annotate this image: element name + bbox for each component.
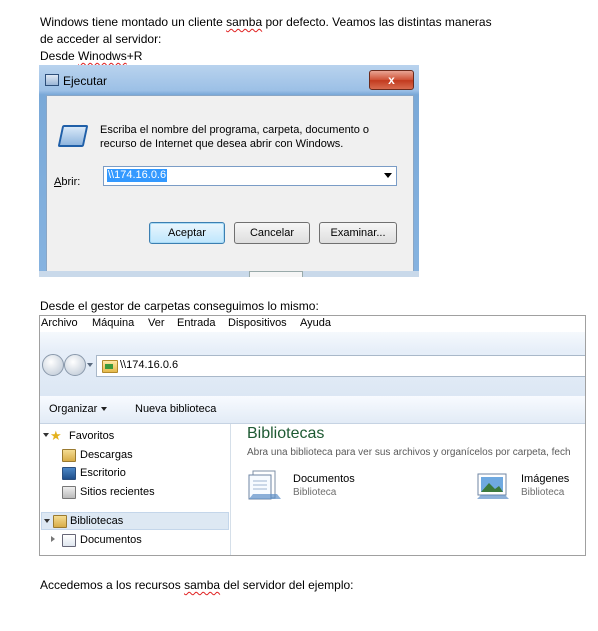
network-folder-icon [102, 360, 118, 373]
taskbar-strip [39, 271, 419, 277]
open-combobox[interactable]: \\174.16.0.6 [103, 166, 397, 186]
intro-line-1: Windows tiene montado un cliente samba p… [40, 14, 492, 30]
command-bar: Organizar Nueva biblioteca [40, 396, 585, 424]
documents-library-icon [248, 470, 281, 500]
recent-places-icon [62, 486, 76, 499]
navigation-pane: ★ Favoritos Descargas Escritorio Sitios … [40, 424, 231, 555]
forward-button[interactable] [64, 354, 86, 376]
menu-archivo[interactable]: Archivo [41, 317, 78, 329]
library-images[interactable]: Imágenes Biblioteca [475, 468, 585, 508]
vm-menu-bar: Archivo Máquina Ver Entrada Dispositivos… [40, 316, 585, 332]
browse-button[interactable]: Examinar... [319, 222, 397, 244]
intro-text-end: por defecto. Veamos las distintas manera… [262, 15, 492, 29]
library-name: Documentos [293, 473, 355, 485]
menu-dispositivos[interactable]: Dispositivos [228, 317, 287, 329]
open-label: Abrir: [54, 176, 80, 188]
library-documents[interactable]: Documentos Biblioteca [247, 468, 427, 508]
library-name: Imágenes [521, 473, 570, 485]
title-bar: Ejecutar x [39, 65, 419, 95]
nav-favorites[interactable]: ★ Favoritos [40, 427, 228, 445]
menu-maquina[interactable]: Máquina [92, 317, 134, 329]
desktop-icon [62, 467, 76, 480]
chevron-down-icon [101, 407, 108, 412]
images-library-icon [477, 473, 509, 499]
nav-documents[interactable]: Documentos [40, 531, 228, 549]
address-area: \\174.16.0.6 [40, 332, 585, 397]
chevron-right-icon[interactable] [51, 536, 55, 542]
spell-flagged-word: Winodws [78, 49, 127, 63]
libraries-title: Bibliotecas [247, 425, 325, 442]
menu-ver[interactable]: Ver [148, 317, 165, 329]
nav-documents-label: Documentos [80, 534, 142, 546]
libraries-icon [53, 515, 67, 528]
desde-text: Desde [40, 49, 79, 63]
shortcut-text: +R [126, 49, 143, 63]
nav-libraries-label: Bibliotecas [70, 515, 124, 527]
libraries-subtitle: Abra una biblioteca para ver sus archivo… [247, 447, 571, 458]
expand-arrow-icon[interactable] [44, 519, 50, 523]
cancel-button[interactable]: Cancelar [234, 222, 310, 244]
nav-recent-label: Sitios recientes [80, 486, 155, 498]
desde-line: Desde Winodws+R [40, 48, 142, 64]
run-icon [45, 74, 59, 86]
final-text-end: del servidor del ejemplo: [220, 578, 354, 592]
chevron-down-icon[interactable] [384, 173, 392, 178]
library-type: Biblioteca [521, 487, 565, 498]
final-text: Accedemos a los recursos [40, 578, 185, 592]
nav-favorites-label: Favoritos [69, 430, 115, 442]
menu-ayuda[interactable]: Ayuda [300, 317, 331, 329]
accept-button[interactable]: Aceptar [149, 222, 225, 244]
address-text[interactable]: \\174.16.0.6 [120, 359, 178, 371]
spell-flagged-word: samba [184, 578, 221, 592]
organize-label: Organizar [49, 403, 98, 415]
nav-downloads-label: Descargas [80, 449, 133, 461]
nav-libraries[interactable]: Bibliotecas [41, 512, 229, 530]
downloads-folder-icon [62, 449, 76, 462]
expand-arrow-icon[interactable] [43, 433, 49, 437]
intro-text: Windows tiene montado un cliente [40, 15, 227, 29]
close-button[interactable]: x [369, 70, 414, 90]
library-type: Biblioteca [293, 487, 337, 498]
dialog-body: Escriba el nombre del programa, carpeta,… [46, 95, 414, 273]
explorer-screenshot: Archivo Máquina Ver Entrada Dispositivos… [39, 315, 586, 556]
open-input-value[interactable]: \\174.16.0.6 [107, 169, 168, 182]
nav-desktop[interactable]: Escritorio [40, 464, 228, 482]
gestor-line: Desde el gestor de carpetas conseguimos … [40, 299, 319, 313]
address-bar[interactable]: \\174.16.0.6 [96, 355, 585, 377]
open-label-text: brir: [61, 176, 81, 188]
dialog-description: Escriba el nombre del programa, carpeta,… [100, 124, 370, 150]
run-program-icon [57, 125, 89, 147]
history-dropdown-icon[interactable] [87, 363, 93, 367]
documents-icon [62, 534, 76, 547]
intro-line-2: de acceder al servidor: [40, 32, 162, 46]
run-dialog-screenshot: Ejecutar x Escriba el nombre del program… [39, 65, 419, 277]
nav-downloads[interactable]: Descargas [40, 446, 228, 464]
menu-entrada[interactable]: Entrada [177, 317, 216, 329]
organize-button[interactable]: Organizar [49, 403, 108, 415]
nav-recent[interactable]: Sitios recientes [40, 483, 228, 501]
final-line: Accedemos a los recursos samba del servi… [40, 577, 354, 593]
new-library-button[interactable]: Nueva biblioteca [135, 403, 216, 415]
back-button[interactable] [42, 354, 64, 376]
content-pane: Bibliotecas Abra una biblioteca para ver… [231, 424, 585, 555]
window-title: Ejecutar [63, 74, 108, 88]
star-icon: ★ [50, 428, 62, 443]
spell-flagged-word: samba [226, 15, 263, 29]
nav-desktop-label: Escritorio [80, 467, 126, 479]
taskbar-button [249, 271, 303, 277]
